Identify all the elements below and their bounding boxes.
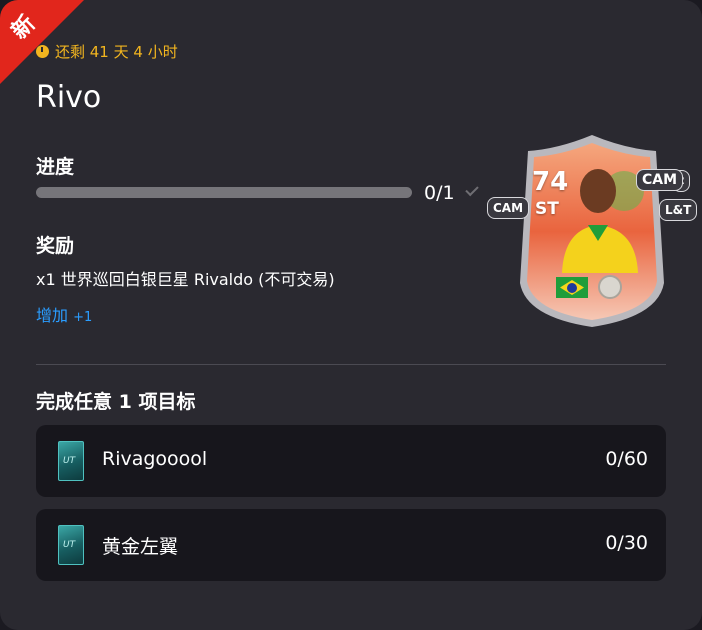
pack-icon: UT	[58, 525, 84, 565]
check-icon	[465, 182, 479, 197]
objective-count: 0/30	[605, 532, 648, 554]
reward-label: 奖励	[36, 235, 75, 257]
player-card[interactable]: 74 ST	[518, 133, 666, 329]
page-title: Rivo	[36, 80, 102, 115]
more-rewards-count: +1	[73, 310, 93, 325]
player-position: ST	[535, 199, 559, 219]
objective-row[interactable]: UT 黄金左翼 0/30	[36, 509, 666, 581]
divider	[36, 364, 666, 365]
card-frame	[520, 135, 664, 327]
objective-count: 0/60	[605, 448, 648, 470]
pack-icon: UT	[58, 441, 84, 481]
time-remaining-text: 还剩 41 天 4 小时	[55, 43, 178, 61]
clock-icon	[36, 45, 49, 58]
player-rating: 74	[532, 167, 569, 197]
more-rewards-link[interactable]: 增加 +1	[36, 302, 92, 326]
role-chip: L&T	[659, 199, 698, 221]
objective-panel: 新 还剩 41 天 4 小时 Rivo 进度 0/1 奖励 x1 世界巡回白银巨…	[0, 0, 702, 630]
club-badge-icon	[598, 275, 622, 299]
playstyle-chip: CAM	[636, 169, 684, 191]
progress-count: 0/1	[424, 182, 455, 204]
objective-row[interactable]: UT Rivagooool 0/60	[36, 425, 666, 497]
progress-label: 进度	[36, 156, 75, 178]
brazil-flag-icon	[556, 277, 588, 298]
objective-label: Rivagooool	[102, 448, 208, 470]
more-rewards-label: 增加	[36, 306, 69, 325]
alt-position-chip: CAM	[487, 197, 530, 219]
progress-bar	[36, 187, 412, 198]
time-remaining: 还剩 41 天 4 小时	[36, 41, 178, 62]
objective-label: 黄金左翼	[102, 536, 179, 558]
objectives-heading: 完成任意 1 项目标	[36, 391, 196, 413]
reward-description: x1 世界巡回白银巨星 Rivaldo (不可交易)	[36, 270, 335, 289]
